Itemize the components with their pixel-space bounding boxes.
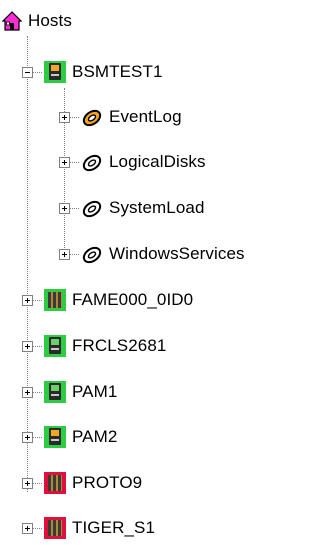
server-icon: [44, 426, 66, 448]
cluster-icon: [44, 517, 66, 539]
tree-root-hosts[interactable]: Hosts: [2, 6, 72, 36]
tree-host-fame000[interactable]: FAME000_0ID0: [44, 285, 193, 315]
tree-monitor-eventlog[interactable]: EventLog: [81, 102, 182, 132]
tree-monitor-logicaldisks[interactable]: LogicalDisks: [81, 147, 206, 177]
tree-root-label: Hosts: [28, 11, 72, 30]
tree-host-pam2[interactable]: PAM2: [44, 422, 117, 452]
expand-toggle[interactable]: [22, 478, 33, 489]
tree-line: [27, 36, 28, 492]
host-label: PAM2: [72, 427, 118, 446]
expand-toggle[interactable]: [59, 203, 70, 214]
expand-toggle[interactable]: [59, 157, 70, 168]
host-label: TIGER_S1: [72, 518, 155, 537]
expand-toggle[interactable]: [22, 523, 33, 534]
monitor-label: WindowsServices: [109, 244, 245, 263]
monitor-label: SystemLoad: [109, 198, 205, 217]
monitor-label: EventLog: [109, 107, 182, 126]
tree-monitor-systemload[interactable]: SystemLoad: [81, 193, 205, 223]
host-label: PAM1: [72, 382, 118, 401]
expand-toggle[interactable]: [22, 387, 33, 398]
home-icon: [2, 11, 22, 31]
server-icon: [44, 381, 66, 403]
server-icon: [44, 335, 66, 357]
tree-host-tiger-s1[interactable]: TIGER_S1: [44, 513, 155, 543]
monitor-ring-icon: [82, 200, 102, 218]
expand-toggle[interactable]: [22, 295, 33, 306]
cluster-icon: [44, 472, 66, 494]
server-icon: [44, 61, 66, 83]
cluster-icon: [44, 289, 66, 311]
expand-toggle[interactable]: [22, 341, 33, 352]
monitor-label: LogicalDisks: [109, 152, 206, 171]
monitor-ring-icon: [82, 109, 102, 127]
host-label: PROTO9: [72, 473, 143, 492]
tree-host-pam1[interactable]: PAM1: [44, 377, 117, 407]
expand-toggle[interactable]: [22, 432, 33, 443]
tree-host-proto9[interactable]: PROTO9: [44, 468, 142, 498]
host-label: FAME000_0ID0: [72, 290, 194, 309]
collapse-toggle[interactable]: [22, 67, 33, 78]
host-label: BSMTEST1: [72, 62, 163, 81]
expand-toggle[interactable]: [59, 112, 70, 123]
tree-host-bsmtest1[interactable]: BSMTEST1: [44, 57, 163, 87]
monitor-ring-icon: [82, 246, 102, 264]
monitor-ring-icon: [82, 154, 102, 172]
host-label: FRCLS2681: [72, 336, 167, 355]
expand-toggle[interactable]: [59, 249, 70, 260]
tree-host-frcls2681[interactable]: FRCLS2681: [44, 331, 166, 361]
tree-monitor-windowsservices[interactable]: WindowsServices: [81, 239, 245, 269]
